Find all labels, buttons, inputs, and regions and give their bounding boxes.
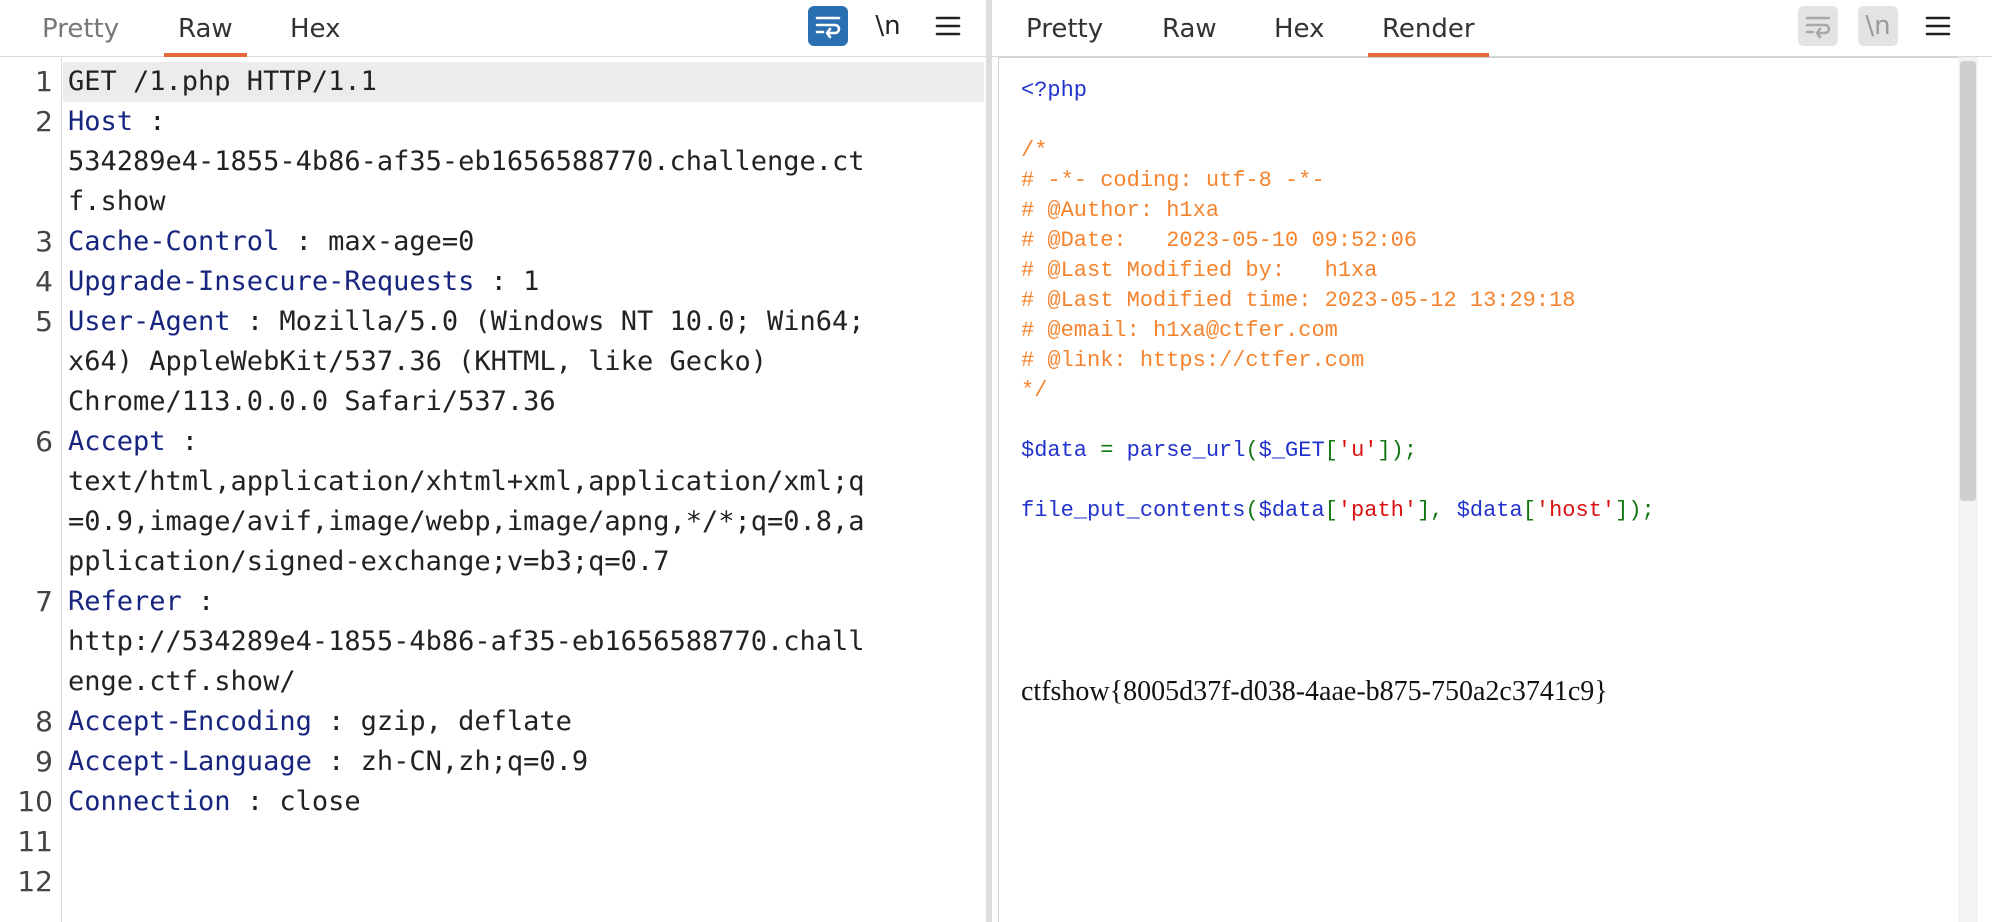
line-number: 1 (35, 65, 53, 98)
request-line: GET /1.php HTTP/1.1 (68, 66, 377, 97)
request-line: Host : (68, 106, 166, 137)
comment-line: # -*- coding: utf-8 -*- (1021, 168, 1325, 193)
request-line: text/html,application/xhtml+xml,applicat… (68, 466, 865, 497)
line-number-gutter: 1 2 3 4 5 6 7 8 9 10 11 12 (12, 58, 62, 922)
tab-pretty[interactable]: Pretty (42, 14, 119, 57)
request-line: Connection : close (68, 786, 361, 817)
request-line: =0.9,image/avif,image/webp,image/apng,*/… (68, 506, 865, 537)
request-line: Accept-Language : zh-CN,zh;q=0.9 (68, 746, 589, 777)
line-number: 11 (17, 825, 53, 858)
line-number: 4 (35, 265, 53, 298)
request-line: User-Agent : Mozilla/5.0 (Windows NT 10.… (68, 306, 865, 337)
wrap-lines-icon (1805, 16, 1831, 39)
comment-line: # @Author: h1xa (1021, 198, 1220, 223)
hamburger-menu-icon (1925, 16, 1951, 36)
response-tab-bar: Pretty Raw Hex Render \n (992, 0, 1992, 57)
comment-line: */ (1021, 378, 1048, 403)
response-pane: Pretty Raw Hex Render \n <?php /* # -*- … (992, 0, 1992, 922)
wrap-lines-icon (815, 16, 841, 39)
wrap-lines-toggle[interactable] (808, 6, 848, 46)
wrap-lines-toggle[interactable] (1798, 6, 1838, 46)
line-number: 2 (35, 105, 53, 138)
flag-output: ctfshow{8005d37f-d038-4aae-b875-750a2c37… (1021, 676, 1608, 707)
newline-glyph: \n (875, 11, 901, 41)
comment-line: # @Date: 2023-05-10 09:52:06 (1021, 228, 1418, 253)
comment-line: /* (1021, 138, 1048, 163)
rendered-php-source: <?php /* # -*- coding: utf-8 -*- # @Auth… (1021, 76, 1655, 526)
request-line: pplication/signed-exchange;v=b3;q=0.7 (68, 546, 670, 577)
render-scrollbar[interactable] (1958, 57, 1978, 922)
request-line: f.show (68, 186, 166, 217)
request-editor[interactable]: 1 2 3 4 5 6 7 8 9 10 11 12 GET /1.php HT… (12, 58, 992, 922)
line-number: 8 (35, 705, 53, 738)
request-line: x64) AppleWebKit/537.36 (KHTML, like Gec… (68, 346, 767, 377)
tab-raw[interactable]: Raw (164, 14, 247, 57)
request-tab-bar: Pretty Raw Hex \n (0, 0, 992, 57)
php-open-tag: <?php (1021, 78, 1088, 103)
line-number: 10 (17, 785, 53, 818)
line-number: 3 (35, 225, 53, 258)
comment-line: # @Last Modified by: h1xa (1021, 258, 1378, 283)
show-newlines-toggle[interactable]: \n (1858, 6, 1898, 46)
request-text[interactable]: GET /1.php HTTP/1.1 Host : 534289e4-1855… (68, 62, 984, 902)
line-number: 12 (17, 865, 53, 898)
render-view: <?php /* # -*- coding: utf-8 -*- # @Auth… (998, 57, 1958, 922)
comment-line: # @link: https://ctfer.com (1021, 348, 1365, 373)
hamburger-menu-icon (935, 16, 961, 36)
options-menu-button[interactable] (1918, 6, 1958, 46)
request-line: enge.ctf.show/ (68, 666, 296, 697)
tab-pretty[interactable]: Pretty (1026, 14, 1103, 57)
scrollbar-thumb[interactable] (1960, 61, 1976, 501)
request-line (68, 822, 984, 862)
code-line-parse-url: $data = parse_url($_GET['u']); (1021, 438, 1418, 463)
show-newlines-toggle[interactable]: \n (868, 6, 908, 46)
request-line: Accept : (68, 426, 199, 457)
request-pane: Pretty Raw Hex \n 1 2 3 4 5 6 7 8 9 10 1… (0, 0, 992, 922)
tab-render[interactable]: Render (1368, 14, 1489, 57)
request-line: Chrome/113.0.0.0 Safari/537.36 (68, 386, 556, 417)
comment-line: # @Last Modified time: 2023-05-12 13:29:… (1021, 288, 1576, 313)
request-line (68, 862, 984, 902)
line-number: 7 (35, 585, 53, 618)
tab-raw[interactable]: Raw (1162, 14, 1217, 57)
line-number: 5 (35, 305, 53, 338)
comment-line: # @email: h1xa@ctfer.com (1021, 318, 1338, 343)
newline-glyph: \n (1865, 11, 1891, 41)
code-line-file-put-contents: file_put_contents($data['path'], $data['… (1021, 498, 1655, 523)
tab-hex[interactable]: Hex (290, 14, 340, 57)
tab-hex[interactable]: Hex (1274, 14, 1324, 57)
request-line: Upgrade-Insecure-Requests : 1 (68, 266, 540, 297)
request-line: 534289e4-1855-4b86-af35-eb1656588770.cha… (68, 146, 865, 177)
options-menu-button[interactable] (928, 6, 968, 46)
request-line: Referer : (68, 586, 215, 617)
line-number: 6 (35, 425, 53, 458)
request-line: Cache-Control : max-age=0 (68, 226, 475, 257)
line-number: 9 (35, 745, 53, 778)
request-line: http://534289e4-1855-4b86-af35-eb1656588… (68, 626, 865, 657)
request-line: Accept-Encoding : gzip, deflate (68, 706, 572, 737)
